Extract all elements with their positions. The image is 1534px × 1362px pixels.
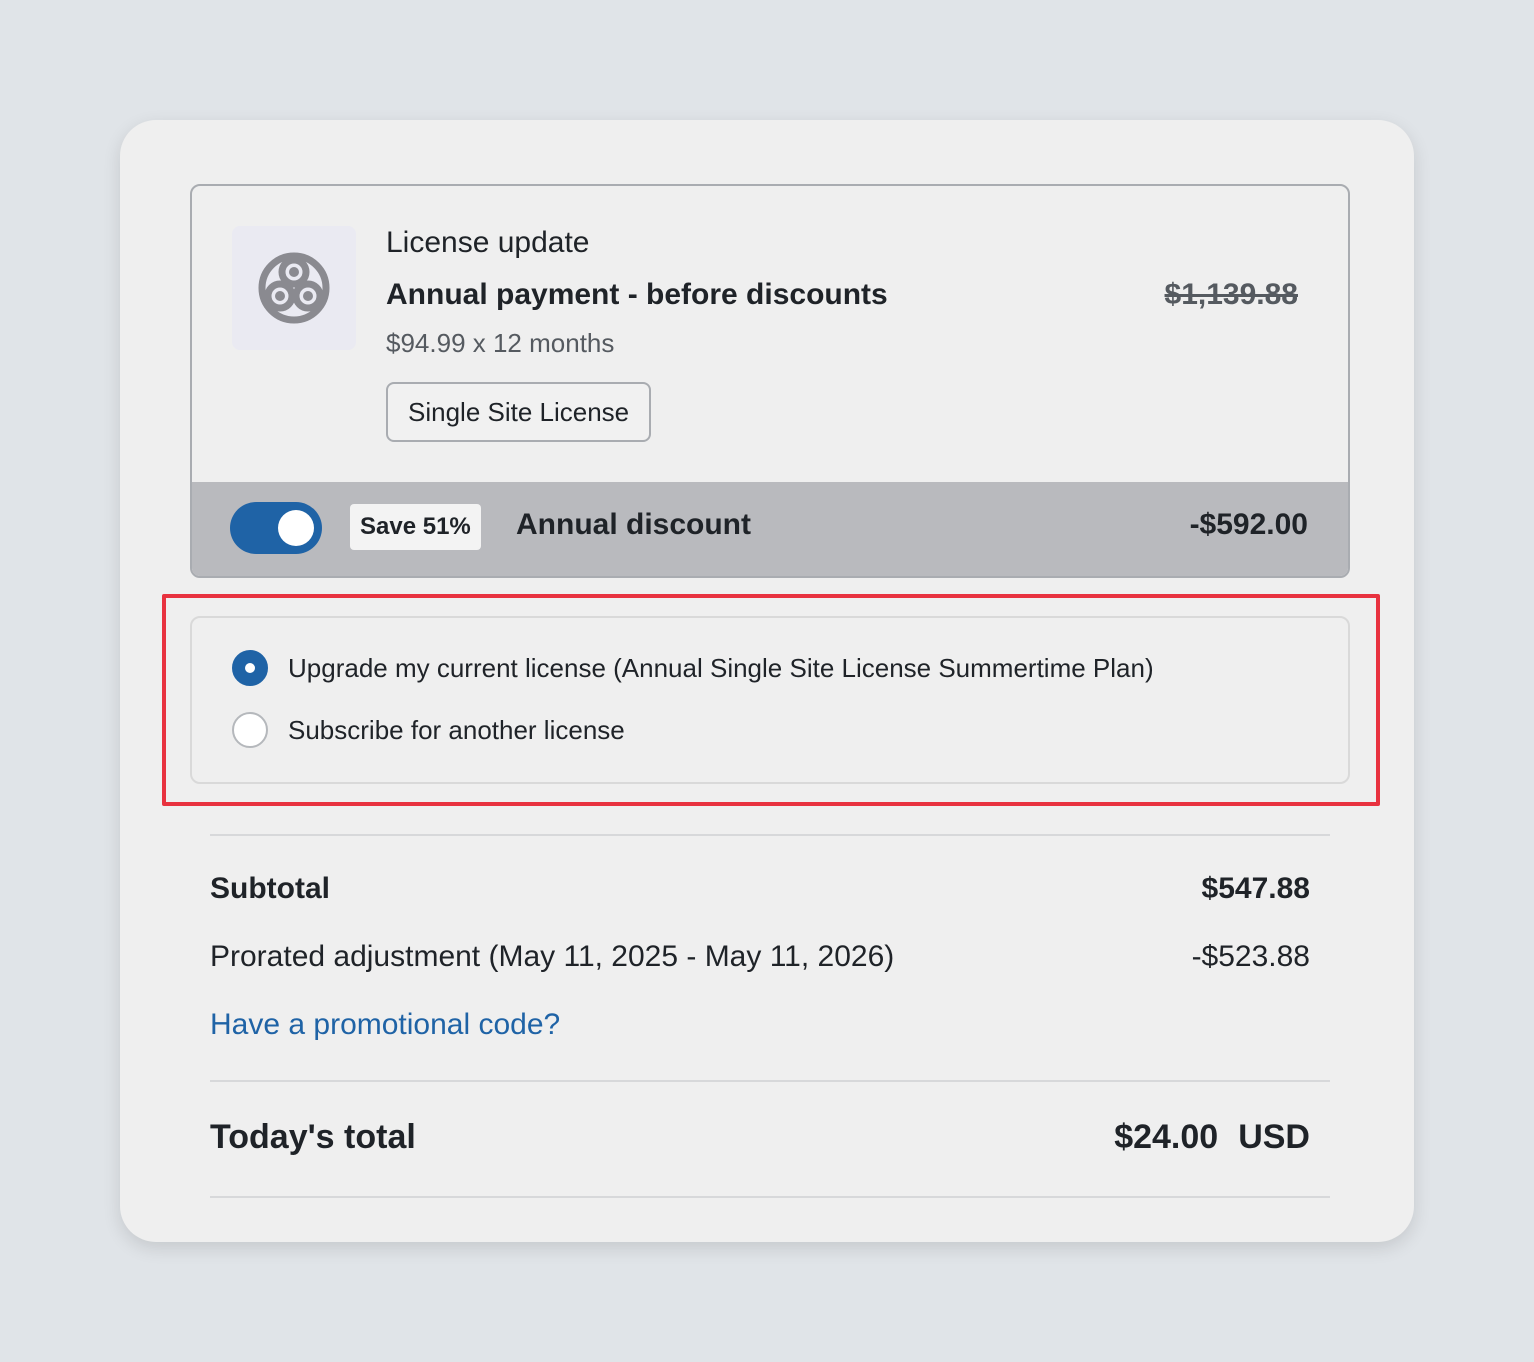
total-currency: USD — [1238, 1118, 1310, 1156]
prorated-label: Prorated adjustment (May 11, 2025 - May … — [210, 940, 895, 973]
section-label: License update — [386, 226, 590, 259]
divider — [210, 1196, 1330, 1198]
save-badge: Save 51% — [350, 504, 481, 550]
original-price: $1,139.88 — [1164, 278, 1298, 311]
total-value: $24.00 USD — [1114, 1118, 1310, 1157]
subtotal-value: $547.88 — [1201, 872, 1310, 905]
prorated-value: -$523.88 — [1191, 940, 1310, 973]
product-title: Annual payment - before discounts — [386, 278, 888, 311]
license-type-button[interactable]: Single Site License — [386, 382, 652, 442]
license-options: Upgrade my current license (Annual Singl… — [190, 616, 1350, 784]
monthly-breakdown: $94.99 x 12 months — [386, 328, 615, 358]
product-summary-box: License update Annual payment - before d… — [190, 184, 1350, 578]
toggle-knob — [278, 510, 314, 546]
annual-discount-bar: Save 51% Annual discount -$592.00 — [192, 482, 1348, 576]
total-amount: $24.00 — [1114, 1118, 1219, 1156]
total-label: Today's total — [210, 1118, 416, 1156]
radio-upgrade-current[interactable] — [232, 650, 268, 686]
discount-amount: -$592.00 — [1189, 508, 1308, 541]
option-subscribe-another[interactable]: Subscribe for another license — [232, 712, 625, 748]
checkout-card: License update Annual payment - before d… — [120, 120, 1414, 1242]
orbit-logo-icon — [258, 252, 330, 324]
promo-code-link[interactable]: Have a promotional code? — [210, 1008, 560, 1042]
subtotal-label: Subtotal — [210, 872, 330, 905]
option-label: Upgrade my current license (Annual Singl… — [288, 652, 1154, 683]
option-label: Subscribe for another license — [288, 714, 625, 745]
discount-label: Annual discount — [516, 508, 751, 541]
annual-discount-toggle[interactable] — [230, 502, 322, 554]
divider — [210, 1080, 1330, 1082]
radio-subscribe-another[interactable] — [232, 712, 268, 748]
divider — [210, 834, 1330, 836]
option-upgrade-current[interactable]: Upgrade my current license (Annual Singl… — [232, 650, 1154, 686]
product-logo — [232, 226, 356, 350]
